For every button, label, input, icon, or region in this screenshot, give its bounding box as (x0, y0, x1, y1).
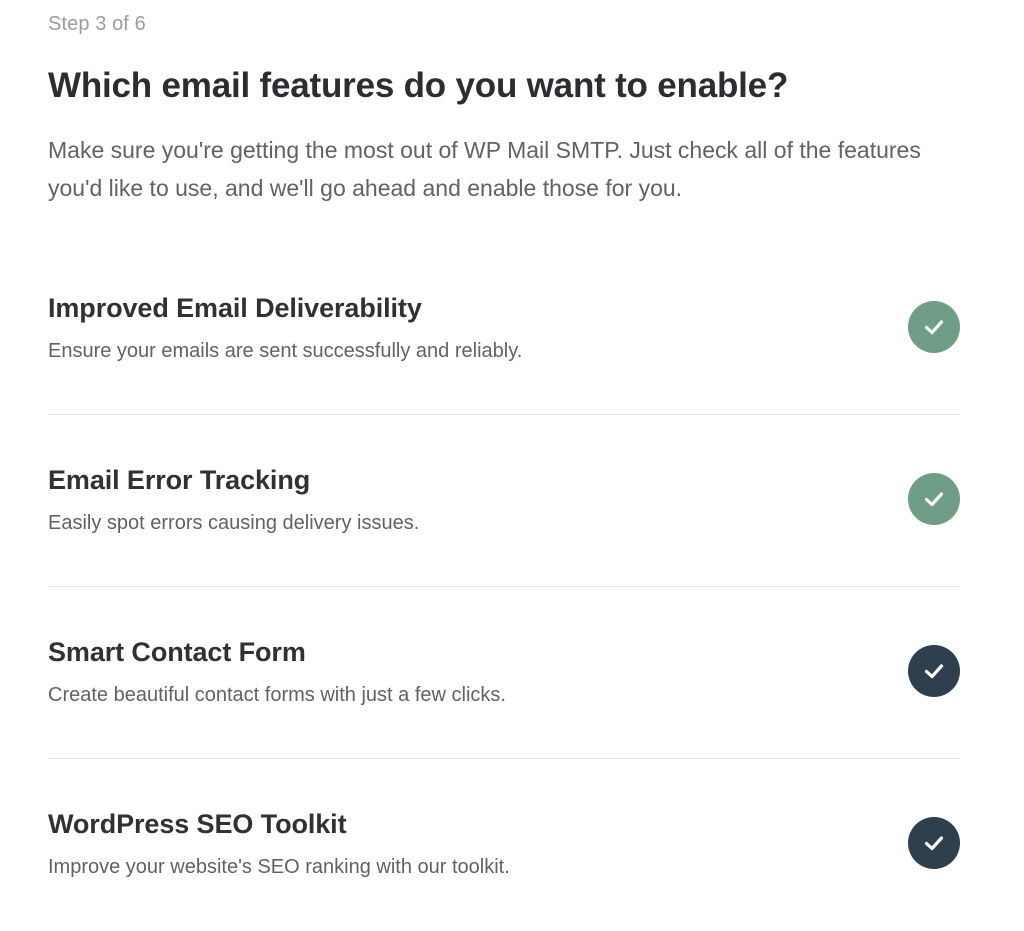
feature-title: Smart Contact Form (48, 637, 306, 667)
feature-checkbox[interactable] (908, 301, 960, 353)
step-indicator: Step 3 of 6 (48, 13, 146, 35)
feature-title: WordPress SEO Toolkit (48, 809, 347, 839)
feature-item-seo-toolkit[interactable]: WordPress SEO Toolkit Improve your websi… (48, 759, 960, 931)
check-icon (924, 492, 944, 507)
page-title: Which email features do you want to enab… (48, 66, 789, 105)
feature-description: Ensure your emails are sent successfully… (48, 340, 523, 362)
feature-item-email-error-tracking[interactable]: Email Error Tracking Easily spot errors … (48, 415, 960, 587)
feature-description: Improve your website's SEO ranking with … (48, 856, 510, 878)
feature-checkbox[interactable] (908, 817, 960, 869)
feature-description: Create beautiful contact forms with just… (48, 684, 506, 706)
feature-item-smart-contact-form[interactable]: Smart Contact Form Create beautiful cont… (48, 587, 960, 759)
check-icon (924, 836, 944, 851)
check-icon (924, 664, 944, 679)
feature-checkbox[interactable] (908, 473, 960, 525)
feature-title: Email Error Tracking (48, 465, 311, 495)
intro-text: Make sure you're getting the most out of… (48, 137, 921, 201)
check-icon (924, 320, 944, 335)
feature-checkbox[interactable] (908, 645, 960, 697)
feature-description: Easily spot errors causing delivery issu… (48, 512, 420, 534)
feature-title: Improved Email Deliverability (48, 293, 422, 323)
feature-item-email-deliverability[interactable]: Improved Email Deliverability Ensure you… (48, 243, 960, 415)
